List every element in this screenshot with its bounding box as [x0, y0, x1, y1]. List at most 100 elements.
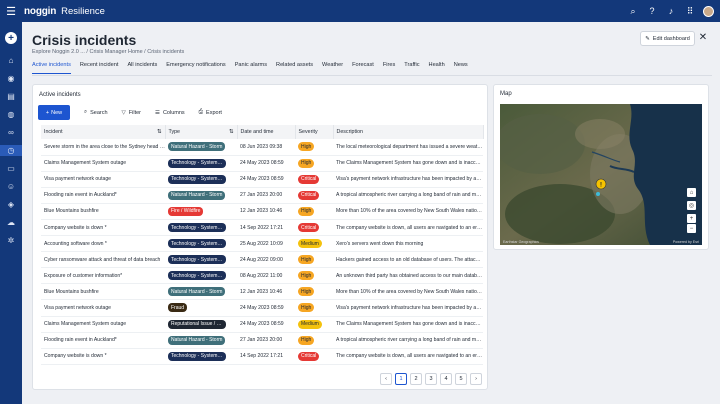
date-time: 24 May 2023 08:59 — [237, 316, 295, 333]
user-avatar[interactable] — [703, 5, 714, 17]
cloud-icon[interactable]: ☁ — [0, 217, 22, 228]
column-header-label: Severity — [298, 129, 318, 135]
home-icon[interactable]: ⌂ — [0, 55, 22, 66]
shield-icon[interactable]: ◈ — [0, 199, 22, 210]
breadcrumb[interactable]: Explore Noggin 2.0 ... / Crisis Manager … — [32, 49, 184, 55]
incident-name[interactable]: Flooding rain event in Auckland* — [41, 187, 165, 204]
help-icon[interactable]: ? — [646, 6, 658, 16]
tasks-icon[interactable]: ▤ — [0, 91, 22, 102]
filter-button[interactable]: ▽ Filter — [122, 110, 141, 116]
pagination-page-3[interactable]: 3 — [425, 373, 437, 385]
incident-name[interactable]: Cyber ransomware attack and threat of da… — [41, 251, 165, 269]
close-icon[interactable]: ✕ — [698, 32, 708, 43]
edit-dashboard-button[interactable]: ✎ Edit dashboard — [640, 31, 695, 46]
table-row[interactable]: Exposure of customer information* Technol… — [41, 267, 483, 285]
tab-weather[interactable]: Weather — [322, 62, 343, 74]
locate-icon[interactable]: ◎ — [687, 201, 696, 210]
satellite-map[interactable]: ! — [500, 104, 702, 245]
table-row[interactable]: Blue Mountains bushfire Fire / Wildfire 12… — [41, 203, 483, 220]
pagination-page-1[interactable]: 1 — [395, 373, 407, 385]
table-row[interactable]: Cyber ransomware attack and threat of da… — [41, 251, 483, 269]
column-header-incident[interactable]: Incident ⇅ — [41, 125, 166, 139]
incident-name[interactable]: Company website is down * — [41, 219, 165, 237]
tab-health[interactable]: Health — [429, 62, 445, 74]
table-row[interactable]: Company website is down * Technology - Sy… — [41, 219, 483, 237]
incident-name[interactable]: Flooding rain event in Auckland* — [41, 332, 165, 349]
table-row[interactable]: Company website is down * Technology - Sy… — [41, 348, 483, 365]
column-header-description[interactable]: Description — [333, 125, 484, 139]
zoom-out-icon[interactable]: − — [687, 224, 696, 233]
description: The company website is down, all users a… — [333, 219, 483, 237]
product-name: Resilience — [61, 5, 105, 17]
search-icon[interactable]: ⌕ — [627, 6, 639, 17]
table-row[interactable]: Visa payment network outage Technology - … — [41, 171, 483, 188]
incident-name[interactable]: Exposure of customer information* — [41, 267, 165, 285]
table-row[interactable]: Claims Management System outage Technolog… — [41, 155, 483, 172]
table-row[interactable]: Flooding rain event in Auckland* Natural … — [41, 332, 483, 349]
add-icon[interactable]: + — [5, 32, 17, 44]
type-badge: Natural Hazard - Storm — [168, 287, 226, 297]
document-icon[interactable]: ▭ — [0, 163, 22, 174]
search-button[interactable]: ⌕ Search — [84, 109, 108, 116]
map-view[interactable]: ! ⌂ ◎ + − Earthstar Geographics Powered … — [500, 104, 702, 245]
table-row[interactable]: Severe storm in the area close to the Sy… — [41, 139, 483, 156]
pagination-page-5[interactable]: 5 — [455, 373, 467, 385]
date-time: 24 May 2023 08:59 — [237, 171, 295, 188]
settings-icon[interactable]: ✲ — [0, 235, 22, 246]
tab-related-assets[interactable]: Related assets — [276, 62, 313, 74]
export-button[interactable]: ⎙ Export — [199, 109, 222, 116]
tab-emergency-notifications[interactable]: Emergency notifications — [166, 62, 225, 74]
table-row[interactable]: Flooding rain event in Auckland* Natural … — [41, 187, 483, 204]
sort-icon[interactable]: ⇅ — [229, 129, 236, 135]
columns-button[interactable]: ☰ Columns — [155, 110, 185, 116]
severity-badge: Critical — [298, 174, 320, 184]
severity-badge: High — [298, 158, 315, 168]
sort-icon[interactable]: ⇅ — [157, 129, 164, 135]
type-badge: Natural Hazard - Storm — [168, 190, 226, 200]
incident-name[interactable]: Claims Management System outage — [41, 316, 165, 333]
incident-marker-small[interactable] — [596, 192, 600, 196]
incident-name[interactable]: Visa payment network outage — [41, 299, 165, 317]
tab-fires[interactable]: Fires — [383, 62, 395, 74]
incident-name[interactable]: Accounting software down * — [41, 235, 165, 253]
date-time: 14 Sep 2022 17:21 — [237, 348, 295, 365]
column-header-type[interactable]: Type ⇅ — [165, 125, 238, 139]
bell-icon[interactable]: ♪ — [665, 6, 677, 16]
severity-badge: High — [298, 206, 315, 216]
incident-name[interactable]: Severe storm in the area close to the Sy… — [41, 139, 165, 156]
home-map-icon[interactable]: ⌂ — [687, 188, 696, 197]
incident-name[interactable]: Visa payment network outage — [41, 171, 165, 188]
tab-panic-alarms[interactable]: Panic alarms — [235, 62, 267, 74]
pagination-prev-icon[interactable]: ‹ — [380, 373, 392, 385]
description: More than 10% of the area covered by New… — [333, 283, 483, 301]
column-header-severity[interactable]: Severity — [295, 125, 334, 139]
table-row[interactable]: Accounting software down * Technology - S… — [41, 235, 483, 253]
tab-active-incidents[interactable]: Active incidents — [32, 62, 71, 74]
incident-name[interactable]: Claims Management System outage — [41, 155, 165, 172]
tab-all-incidents[interactable]: All incidents — [127, 62, 157, 74]
globe-icon[interactable]: ◍ — [0, 109, 22, 120]
active-incidents-card: Active incidents + New ⌕ Search ▽ Filter… — [32, 84, 488, 390]
column-header-date-and-time[interactable]: Date and time — [237, 125, 296, 139]
pagination-page-2[interactable]: 2 — [410, 373, 422, 385]
new-button[interactable]: + New — [38, 105, 70, 120]
pagination-next-icon[interactable]: › — [470, 373, 482, 385]
apps-grid-icon[interactable]: ⠿ — [684, 6, 696, 17]
tab-recent-incident[interactable]: Recent incident — [80, 62, 119, 74]
incident-name[interactable]: Company website is down * — [41, 348, 165, 365]
table-row[interactable]: Visa payment network outage Fraud 24 May 2… — [41, 299, 483, 317]
binoculars-icon[interactable]: ∞ — [0, 127, 22, 138]
pagination-page-4[interactable]: 4 — [440, 373, 452, 385]
people-icon[interactable]: ☺ — [0, 181, 22, 192]
tab-news[interactable]: News — [454, 62, 468, 74]
dashboard-icon[interactable]: ◉ — [0, 73, 22, 84]
tab-traffic[interactable]: Traffic — [404, 62, 419, 74]
zoom-in-icon[interactable]: + — [687, 214, 696, 223]
incident-name[interactable]: Blue Mountains bushfire — [41, 203, 165, 220]
tab-forecast[interactable]: Forecast — [352, 62, 374, 74]
hamburger-menu-icon[interactable]: ☰ — [0, 0, 22, 22]
crisis-icon[interactable]: ◷ — [0, 145, 22, 156]
table-row[interactable]: Claims Management System outage Reputatio… — [41, 316, 483, 333]
table-row[interactable]: Blue Mountains bushfire Natural Hazard - … — [41, 283, 483, 301]
incident-name[interactable]: Blue Mountains bushfire — [41, 283, 165, 301]
